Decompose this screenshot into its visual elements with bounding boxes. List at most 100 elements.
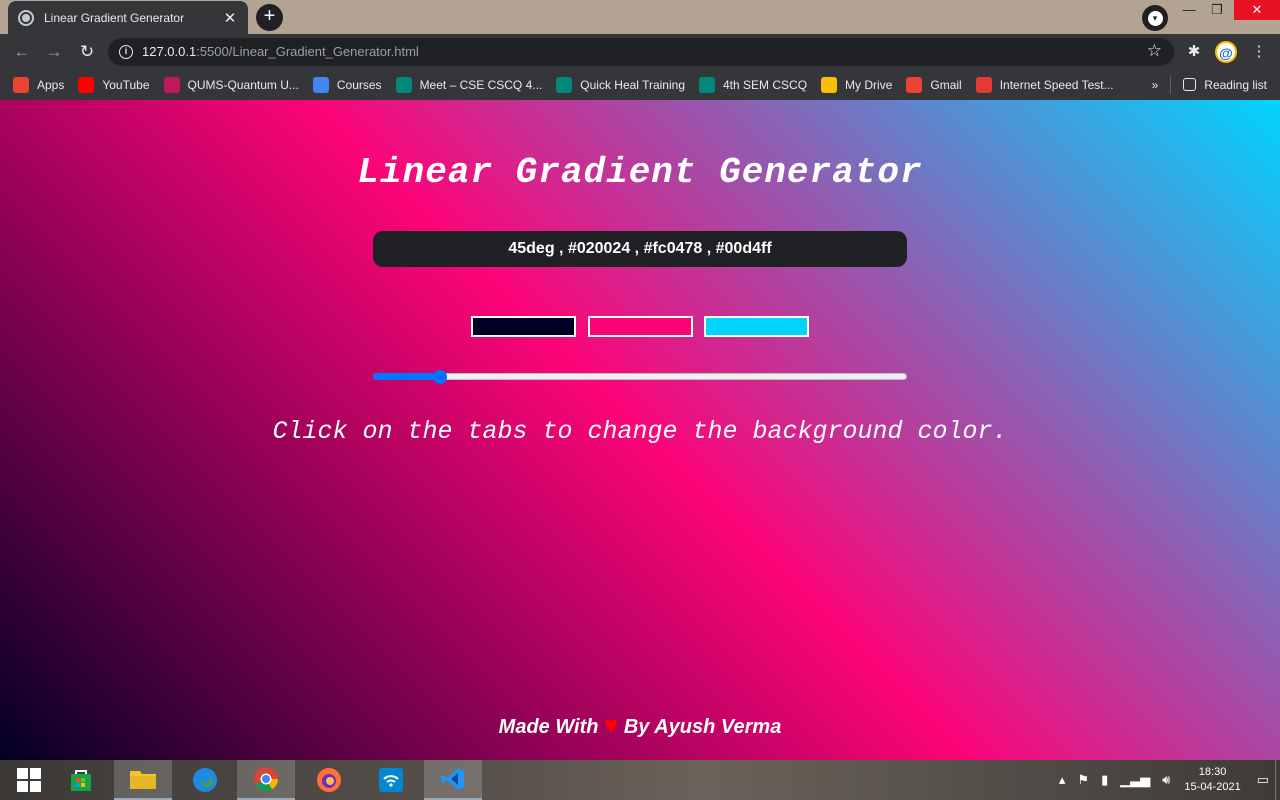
bookmark-item[interactable]: Meet – CSE CSCQ 4... <box>395 76 543 93</box>
color-picker-3[interactable] <box>704 316 809 337</box>
bookmarks-bar: Apps YouTube QUMS-Quantum U... Courses Meet … <box>0 69 1280 100</box>
windows-taskbar: ▴ ⚑ ▮ ▁▃▅ 🔊︎ 18:30 15-04-2021 ▭ <box>0 760 1280 800</box>
bookmark-favicon-icon <box>975 76 992 93</box>
url-text[interactable]: 127.0.0.1:5500/Linear_Gradient_Generator… <box>142 44 419 59</box>
bookmark-item[interactable]: Internet Speed Test... <box>975 76 1114 93</box>
new-tab-button[interactable]: + <box>256 4 283 31</box>
start-button[interactable] <box>0 760 58 800</box>
chevron-down-icon: ▾ <box>1147 10 1163 26</box>
tab-close-icon[interactable]: ✕ <box>222 9 238 27</box>
url-host: 127.0.0.1 <box>142 44 197 59</box>
divider <box>1170 75 1172 94</box>
bookmark-favicon-icon <box>312 76 329 93</box>
signal-icon[interactable]: ▁▃▅ <box>1120 772 1150 788</box>
instruction-text: Click on the tabs to change the backgrou… <box>272 417 1008 446</box>
globe-icon <box>18 9 34 26</box>
bookmarks-overflow-icon[interactable]: » <box>1152 78 1159 92</box>
profile-avatar[interactable]: @ <box>1215 41 1237 63</box>
reading-list-icon <box>1183 78 1197 91</box>
taskbar-clock[interactable]: 18:30 15-04-2021 <box>1184 765 1240 795</box>
tab-search-button[interactable]: ▾ <box>1142 5 1168 31</box>
bookmark-label: My Drive <box>845 77 893 92</box>
bookmark-item[interactable]: Courses <box>312 76 382 93</box>
taskbar-file-explorer[interactable] <box>114 760 172 800</box>
info-icon[interactable]: i <box>119 45 133 59</box>
vscode-icon <box>441 768 464 790</box>
firefox-icon <box>317 768 341 792</box>
address-bar[interactable]: i 127.0.0.1:5500/Linear_Gradient_Generat… <box>108 38 1174 66</box>
color-picker-1[interactable] <box>471 316 576 337</box>
taskbar-firefox[interactable] <box>300 760 358 800</box>
reading-list-label: Reading list <box>1204 77 1267 92</box>
bookmark-label: 4th SEM CSCQ <box>723 77 808 92</box>
bookmark-label: QUMS-Quantum U... <box>187 77 299 92</box>
taskbar-store[interactable] <box>52 760 110 800</box>
bookmark-label: Meet – CSE CSCQ 4... <box>419 77 543 92</box>
system-tray: ▴ ⚑ ▮ ▁▃▅ 🔊︎ 18:30 15-04-2021 ▭ <box>1053 760 1280 800</box>
bookmark-item[interactable]: Apps <box>13 76 65 93</box>
footer-credit: Made With ♥ By Ayush Verma <box>0 712 1280 740</box>
bookmark-favicon-icon <box>13 76 29 93</box>
bookmark-label: Courses <box>336 77 382 92</box>
show-desktop-button[interactable] <box>1275 760 1280 800</box>
chrome-icon <box>254 767 278 792</box>
back-arrow-icon[interactable]: ← <box>11 41 33 63</box>
store-bag-icon <box>71 770 91 791</box>
close-window-button[interactable]: ✕ <box>1234 0 1280 20</box>
slider-thumb[interactable] <box>432 370 447 384</box>
windows-logo-icon <box>17 768 41 792</box>
bookmark-label: Quick Heal Training <box>580 77 685 92</box>
flag-icon[interactable]: ⚑ <box>1077 772 1089 788</box>
taskbar-edge[interactable] <box>176 760 234 800</box>
browser-titlebar: Linear Gradient Generator ✕ + ▾ — ❐ ✕ <box>0 0 1280 34</box>
browser-tab[interactable]: Linear Gradient Generator ✕ <box>8 1 248 34</box>
reading-list-button[interactable]: Reading list <box>1183 78 1267 92</box>
taskbar-vscode[interactable] <box>424 760 482 800</box>
bookmarks-right: » Reading list <box>1152 69 1267 100</box>
angle-slider[interactable] <box>373 370 907 384</box>
menu-kebab-icon[interactable]: ⋮ <box>1249 42 1269 62</box>
clock-date: 15-04-2021 <box>1184 781 1241 793</box>
bookmark-item[interactable]: Quick Heal Training <box>556 76 685 93</box>
slider-track <box>373 373 907 380</box>
footer-made-with: Made With <box>498 716 605 738</box>
url-path: :5500/Linear_Gradient_Generator.html <box>196 44 419 59</box>
bookmark-favicon-icon <box>556 76 573 93</box>
slider-fill <box>373 373 440 380</box>
wifi-app-icon <box>379 768 403 792</box>
notification-icon[interactable]: ▭ <box>1257 772 1269 788</box>
browser-toolbar: ← → ↻ i 127.0.0.1:5500/Linear_Gradient_G… <box>0 34 1280 69</box>
bookmark-item[interactable]: My Drive <box>821 76 893 93</box>
bookmark-favicon-icon <box>163 76 180 93</box>
reload-icon[interactable]: ↻ <box>76 41 98 63</box>
gradient-page: Linear Gradient Generator 45deg , #02002… <box>0 100 1280 760</box>
speaker-icon[interactable]: 🔊︎ <box>1162 772 1170 788</box>
bookmark-item[interactable]: 4th SEM CSCQ <box>699 76 808 93</box>
battery-icon[interactable]: ▮ <box>1101 772 1108 788</box>
bookmark-label: YouTube <box>102 77 150 92</box>
folder-icon <box>130 771 156 789</box>
bookmark-favicon-icon <box>821 76 838 93</box>
taskbar-chrome[interactable] <box>237 760 295 800</box>
gradient-css-readout: 45deg , #020024 , #fc0478 , #00d4ff <box>373 231 907 267</box>
tray-chevron-up-icon[interactable]: ▴ <box>1059 772 1066 788</box>
heart-icon: ♥ <box>604 712 619 739</box>
bookmark-favicon-icon <box>699 76 715 93</box>
extensions-puzzle-icon[interactable]: ✱ <box>1184 42 1204 62</box>
bookmark-item[interactable]: Gmail <box>906 76 962 93</box>
taskbar-wifi-app[interactable] <box>362 760 420 800</box>
bookmark-label: Apps <box>37 77 65 92</box>
bookmark-star-icon[interactable]: ☆ <box>1147 41 1162 61</box>
bookmark-favicon-icon <box>395 76 412 93</box>
bookmark-label: Gmail <box>930 77 962 92</box>
page-title: Linear Gradient Generator <box>357 152 923 193</box>
bookmark-item[interactable]: QUMS-Quantum U... <box>163 76 299 93</box>
footer-author: By Ayush Verma <box>618 716 782 738</box>
tab-title: Linear Gradient Generator <box>44 10 185 25</box>
forward-arrow-icon[interactable]: → <box>43 41 65 63</box>
edge-icon <box>193 768 217 792</box>
clock-time: 18:30 <box>1198 766 1227 778</box>
bookmark-favicon-icon <box>906 76 923 93</box>
bookmark-item[interactable]: YouTube <box>78 76 150 93</box>
color-picker-2[interactable] <box>588 316 693 337</box>
